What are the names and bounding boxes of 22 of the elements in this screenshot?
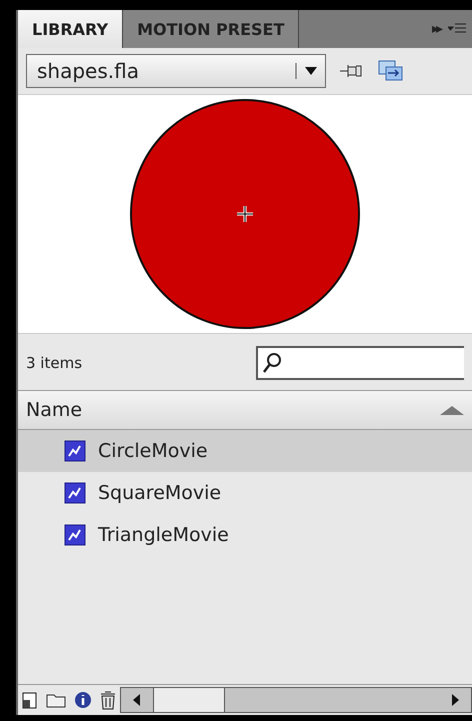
search-icon xyxy=(262,352,282,374)
search-field[interactable] xyxy=(256,346,464,380)
trash-icon[interactable] xyxy=(100,690,116,710)
name-column-header[interactable]: Name xyxy=(18,390,472,430)
scroll-right-icon[interactable] xyxy=(450,694,460,706)
horizontal-scrollbar[interactable] xyxy=(120,687,472,713)
overflow-glyph[interactable]: ▸▸ xyxy=(432,21,440,37)
new-symbol-icon[interactable] xyxy=(22,691,38,709)
folder-icon[interactable] xyxy=(46,692,66,708)
library-item[interactable]: TriangleMovie xyxy=(18,514,472,556)
document-select[interactable]: shapes.fla xyxy=(26,54,326,88)
panel-tab[interactable]: MOTION PRESET xyxy=(123,10,300,48)
item-count: 3 items xyxy=(26,354,84,372)
movie-clip-icon xyxy=(64,524,86,546)
library-item[interactable]: SquareMovie xyxy=(18,472,472,514)
new-window-icon[interactable] xyxy=(378,60,404,82)
movie-clip-icon xyxy=(64,440,86,462)
scroll-left-icon[interactable] xyxy=(132,694,142,706)
movie-clip-icon xyxy=(64,482,86,504)
panel-tab[interactable]: LIBRARY xyxy=(18,10,124,48)
library-item[interactable]: CircleMovie xyxy=(18,430,472,472)
info-icon[interactable] xyxy=(74,691,92,709)
